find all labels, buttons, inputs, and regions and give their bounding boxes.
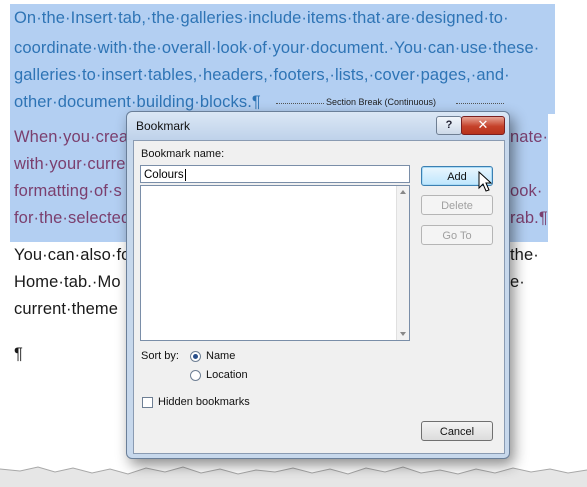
goto-button[interactable]: Go To (421, 225, 493, 245)
doc-line: current·theme (14, 300, 119, 318)
doc-line: On·the·Insert·tab,·the·galleries·include… (14, 9, 509, 27)
text-caret (184, 168, 186, 181)
sort-name-label[interactable]: Name (206, 350, 235, 362)
help-icon[interactable]: ? (436, 116, 462, 135)
sort-by-label: Sort by: (141, 350, 179, 362)
doc-line: When·you·crea (14, 128, 129, 146)
pilcrow: ¶ (14, 345, 23, 363)
doc-line: Home·tab.·Mo (14, 273, 121, 291)
bookmark-list[interactable] (140, 185, 410, 341)
doc-line: galleries·to·insert·tables,·headers,·foo… (14, 66, 510, 84)
doc-line-tail: e· (510, 273, 525, 291)
bookmark-name-label: Bookmark name: (141, 148, 225, 160)
scroll-up-icon[interactable] (400, 190, 406, 194)
doc-line: coordinate·with·the·overall·look·of·your… (14, 39, 540, 57)
doc-line: for·the·selected (14, 209, 131, 227)
section-break-line (456, 103, 504, 104)
dialog-titlebar[interactable]: Bookmark ? ✕ (127, 112, 509, 140)
bookmark-list-scrollbar[interactable] (396, 186, 409, 340)
bookmark-dialog: Bookmark ? ✕ Bookmark name: Colours Add … (126, 111, 510, 459)
doc-line: with·your·curre (14, 155, 126, 173)
doc-line-tail: rab.¶ (510, 209, 548, 227)
doc-line-tail: the· (510, 246, 539, 264)
sort-name-radio[interactable] (190, 351, 201, 362)
scroll-down-icon[interactable] (400, 332, 406, 336)
doc-line-tail: ook· (510, 182, 543, 200)
doc-line-tail: nate· (510, 128, 549, 146)
hidden-bookmarks-label[interactable]: Hidden bookmarks (158, 396, 250, 408)
dialog-body: Bookmark name: Colours Add Delete Go To … (133, 140, 505, 454)
sort-location-label[interactable]: Location (206, 369, 248, 381)
torn-edge (0, 466, 587, 487)
mouse-pointer-icon (478, 171, 492, 192)
doc-line: other·document·building·blocks.¶ (14, 93, 261, 111)
doc-line: formatting·of·s (14, 182, 122, 200)
hidden-bookmarks-checkbox[interactable] (142, 397, 153, 408)
bookmark-name-value: Colours (144, 169, 184, 181)
delete-button[interactable]: Delete (421, 195, 493, 215)
section-break-label: Section Break (Continuous) (326, 97, 437, 107)
bookmark-name-input[interactable]: Colours (140, 165, 410, 183)
section-break-line (276, 103, 324, 104)
dialog-title: Bookmark (136, 119, 191, 133)
doc-line: You·can·also·fo (14, 246, 131, 264)
close-icon[interactable]: ✕ (461, 116, 505, 135)
sort-location-radio[interactable] (190, 370, 201, 381)
cancel-button[interactable]: Cancel (421, 421, 493, 441)
